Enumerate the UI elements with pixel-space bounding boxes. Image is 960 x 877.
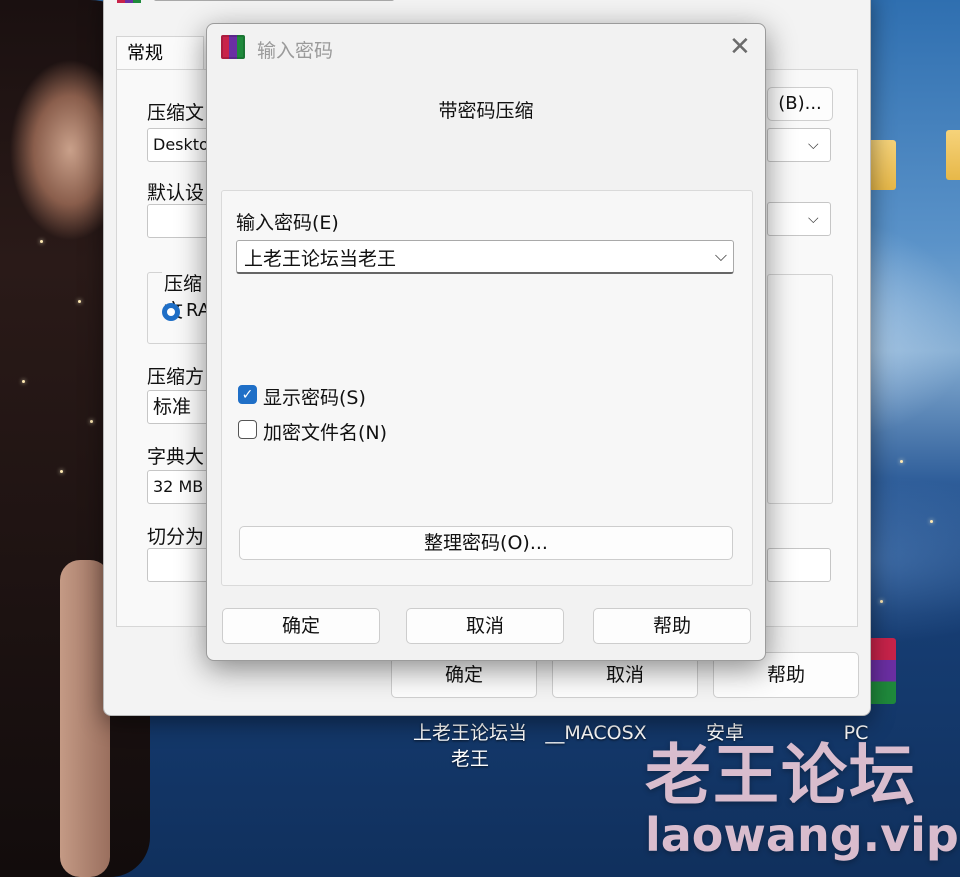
wallpaper-sparkle bbox=[40, 240, 43, 243]
dialog-heading: 带密码压缩 bbox=[438, 100, 534, 122]
chevron-down-icon: ⌵ bbox=[808, 137, 819, 153]
split-volumes-unit[interactable] bbox=[767, 548, 831, 582]
archive-name-label: 压缩文 bbox=[147, 102, 205, 124]
wallpaper-sparkle bbox=[78, 300, 81, 303]
dialog-title: 输入密码 bbox=[257, 40, 334, 62]
wallpaper-sparkle bbox=[22, 380, 25, 383]
desktop-folder-label-line: 老王 bbox=[450, 748, 489, 770]
show-password-label[interactable]: 显示密码(S) bbox=[263, 383, 366, 410]
encrypt-filenames-checkbox[interactable] bbox=[238, 420, 257, 439]
encrypt-filenames-label[interactable]: 加密文件名(N) bbox=[263, 418, 387, 445]
split-volumes-label: 切分为 bbox=[147, 526, 205, 548]
winrar-archive-icon[interactable] bbox=[868, 638, 896, 704]
winrar-logo-icon bbox=[117, 0, 141, 3]
compression-method-label: 压缩方 bbox=[147, 366, 205, 388]
watermark-cn: 老王论坛 bbox=[645, 737, 917, 814]
window-title-text bbox=[154, 0, 394, 1]
desktop-folder-label[interactable]: 上老王论坛当 老王 bbox=[400, 720, 540, 772]
organize-passwords-button[interactable]: 整理密码(O)... bbox=[239, 526, 733, 560]
desktop-folder-icon[interactable] bbox=[946, 130, 960, 180]
browse-button[interactable]: (B)... bbox=[767, 87, 833, 121]
archive-options-group bbox=[767, 274, 833, 504]
close-icon[interactable]: ✕ bbox=[729, 32, 751, 62]
default-profile-label: 默认设 bbox=[147, 182, 205, 204]
tab-general[interactable]: 常规 bbox=[116, 36, 204, 70]
archive-name-dropdown[interactable]: ⌵ bbox=[767, 128, 831, 162]
format-radio-rar[interactable] bbox=[162, 303, 180, 321]
cancel-button[interactable]: 取消 bbox=[406, 608, 564, 644]
wallpaper-sparkle bbox=[880, 600, 883, 603]
window-titlebar[interactable] bbox=[104, 0, 870, 11]
help-button[interactable]: 帮助 bbox=[593, 608, 751, 644]
wallpaper-sparkle bbox=[60, 470, 63, 473]
profile-dropdown[interactable]: ⌵ bbox=[767, 202, 831, 236]
enter-password-dialog: 输入密码 ✕ 带密码压缩 输入密码(E) 上老王论坛当老王 ⌵ ✓ 显示密码(S… bbox=[206, 23, 766, 661]
ok-button[interactable]: 确定 bbox=[222, 608, 380, 644]
wallpaper-sparkle bbox=[930, 520, 933, 523]
password-input[interactable]: 上老王论坛当老王 ⌵ bbox=[236, 240, 734, 274]
desktop-folder-label[interactable]: __MACOSX bbox=[540, 720, 652, 746]
password-label: 输入密码(E) bbox=[236, 212, 339, 234]
chevron-down-icon[interactable]: ⌵ bbox=[715, 246, 727, 266]
dictionary-size-label: 字典大 bbox=[147, 446, 205, 468]
desktop-folder-label-line: 上老王论坛当 bbox=[412, 722, 527, 744]
show-password-checkbox[interactable]: ✓ bbox=[238, 385, 257, 404]
watermark-en: laowang.vip bbox=[645, 808, 959, 862]
password-value: 上老王论坛当老王 bbox=[244, 248, 397, 270]
winrar-app-icon bbox=[221, 35, 245, 59]
chevron-down-icon: ⌵ bbox=[808, 211, 819, 227]
wallpaper-sparkle bbox=[90, 420, 93, 423]
wallpaper-sparkle bbox=[900, 460, 903, 463]
